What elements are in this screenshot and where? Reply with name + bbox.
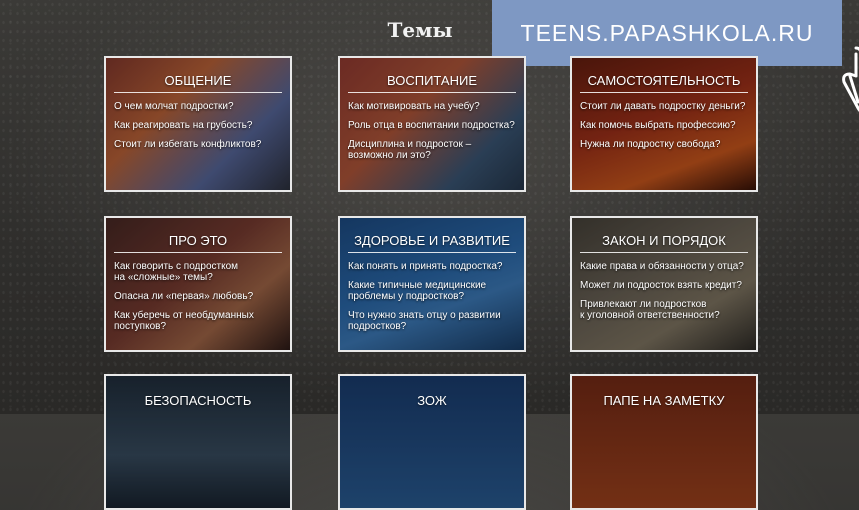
topics-grid: ОБЩЕНИЕ О чем молчат подростки? Как реаг… — [104, 56, 768, 510]
card-link[interactable]: Опасна ли «первая» любовь? — [114, 291, 282, 302]
card-link[interactable]: Привлекают ли подростков к уголовной отв… — [580, 299, 748, 321]
card-link[interactable]: Может ли подросток взять кредит? — [580, 280, 748, 291]
topic-card-communication[interactable]: ОБЩЕНИЕ О чем молчат подростки? Как реаг… — [104, 56, 292, 192]
card-link[interactable]: Что нужно знать отцу о развитии подростк… — [348, 310, 516, 332]
topic-card-health[interactable]: ЗДОРОВЬЕ И РАЗВИТИЕ Как понять и принять… — [338, 216, 526, 352]
card-link[interactable]: Как помочь выбрать профессию? — [580, 120, 748, 131]
card-link[interactable]: О чем молчат подростки? — [114, 101, 282, 112]
topic-card-law[interactable]: ЗАКОН И ПОРЯДОК Какие права и обязанност… — [570, 216, 758, 352]
card-link[interactable]: Стоит ли избегать конфликтов? — [114, 139, 282, 150]
card-title[interactable]: САМОСТОЯТЕЛЬНОСТЬ — [580, 58, 748, 93]
topic-card-about-it[interactable]: ПРО ЭТО Как говорить с подростком на «сл… — [104, 216, 292, 352]
card-title[interactable]: ЗДОРОВЬЕ И РАЗВИТИЕ — [348, 218, 516, 253]
page-title: Темы — [387, 18, 453, 42]
card-link[interactable]: Как понять и принять подростка? — [348, 261, 516, 272]
card-title[interactable]: ВОСПИТАНИЕ — [348, 58, 516, 93]
card-link[interactable]: Дисциплина и подросток – возможно ли это… — [348, 139, 516, 161]
card-title[interactable]: ЗОЖ — [348, 376, 516, 412]
card-link[interactable]: Нужна ли подростку свобода? — [580, 139, 748, 150]
card-link[interactable]: Как уберечь от необдуманных поступков? — [114, 310, 282, 332]
hand-pointer-icon — [842, 46, 859, 113]
card-title[interactable]: БЕЗОПАСНОСТЬ — [114, 376, 282, 412]
topic-card-healthy-lifestyle[interactable]: ЗОЖ — [338, 374, 526, 510]
card-title[interactable]: ЗАКОН И ПОРЯДОК — [580, 218, 748, 253]
card-link[interactable]: Стоит ли давать подростку деньги? — [580, 101, 748, 112]
topic-card-safety[interactable]: БЕЗОПАСНОСТЬ — [104, 374, 292, 510]
card-link[interactable]: Какие права и обязанности у отца? — [580, 261, 748, 272]
card-title[interactable]: ПАПЕ НА ЗАМЕТКУ — [580, 376, 748, 412]
card-link[interactable]: Как говорить с подростком на «сложные» т… — [114, 261, 282, 283]
card-link[interactable]: Какие типичные медицинские проблемы у по… — [348, 280, 516, 302]
card-title[interactable]: ПРО ЭТО — [114, 218, 282, 253]
topic-card-upbringing[interactable]: ВОСПИТАНИЕ Как мотивировать на учебу? Ро… — [338, 56, 526, 192]
topic-card-independence[interactable]: САМОСТОЯТЕЛЬНОСТЬ Стоит ли давать подрос… — [570, 56, 758, 192]
card-link[interactable]: Как мотивировать на учебу? — [348, 101, 516, 112]
card-title[interactable]: ОБЩЕНИЕ — [114, 58, 282, 93]
card-link[interactable]: Роль отца в воспитании подростка? — [348, 120, 516, 131]
topic-card-dad-notes[interactable]: ПАПЕ НА ЗАМЕТКУ — [570, 374, 758, 510]
card-link[interactable]: Как реагировать на грубость? — [114, 120, 282, 131]
